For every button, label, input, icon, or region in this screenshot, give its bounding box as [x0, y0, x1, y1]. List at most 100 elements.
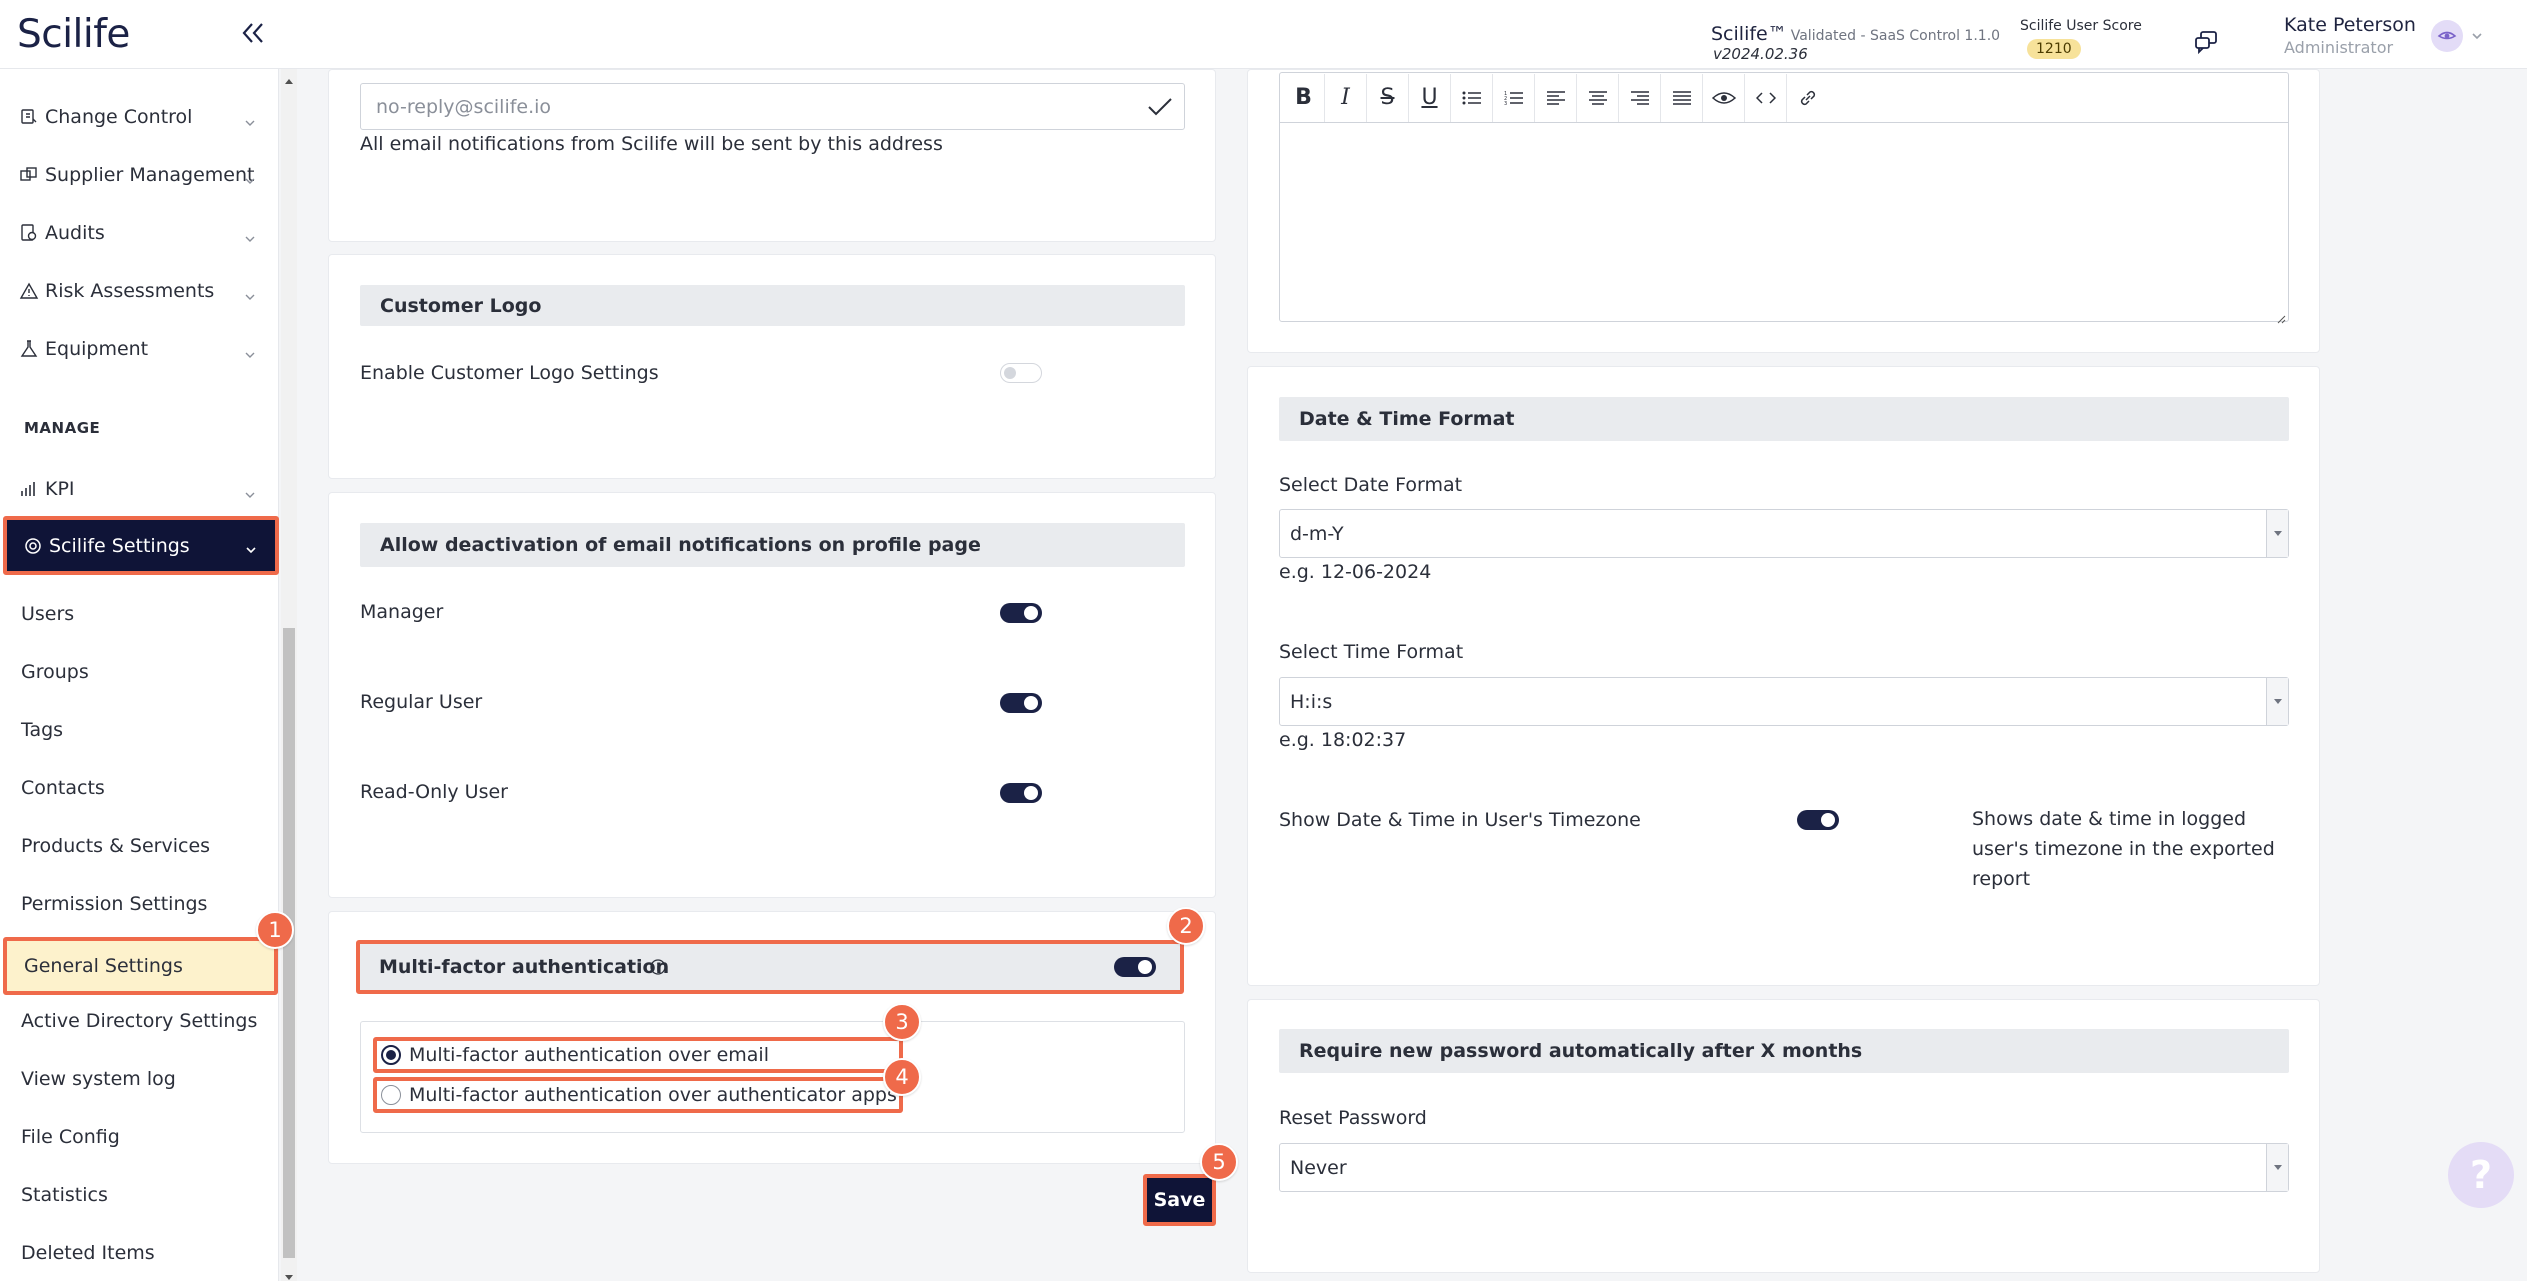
flask-icon — [19, 339, 39, 359]
time-format-value: H:i:s — [1290, 690, 1333, 713]
justify-icon[interactable] — [1661, 73, 1703, 122]
sidebar-subitem-general-settings[interactable]: General Settings — [3, 937, 278, 995]
manager-toggle[interactable] — [1000, 603, 1042, 623]
step-badge-5: 5 — [1200, 1143, 1238, 1181]
reset-password-select[interactable]: Never — [1279, 1143, 2289, 1192]
sidebar-item-audits[interactable]: Audits — [0, 210, 279, 256]
chevron-down-icon — [244, 228, 256, 242]
collapse-sidebar-icon[interactable] — [238, 18, 268, 48]
sidebar-subitem-system-log[interactable]: View system log — [21, 1068, 176, 1090]
user-score-label: Scilife User Score — [2020, 18, 2142, 34]
sidebar-subitem-users[interactable]: Users — [21, 603, 74, 625]
align-right-icon[interactable] — [1619, 73, 1661, 122]
date-format-example: e.g. 12-06-2024 — [1279, 561, 1432, 583]
customer-logo-header: Customer Logo — [360, 285, 1185, 326]
align-left-icon[interactable] — [1535, 73, 1577, 122]
sidebar-subitem-contacts[interactable]: Contacts — [21, 777, 105, 799]
sidebar-item-equipment[interactable]: Equipment — [0, 326, 279, 372]
underline-icon[interactable]: U — [1409, 73, 1451, 122]
audits-icon — [19, 223, 39, 243]
sidebar-subitem-tags[interactable]: Tags — [21, 719, 63, 741]
timezone-label: Show Date & Time in User's Timezone — [1279, 809, 1641, 831]
chevron-down-icon — [244, 286, 256, 300]
sidebar-subitem-groups[interactable]: Groups — [21, 661, 89, 683]
sidebar-item-supplier-management[interactable]: Supplier Management — [0, 152, 279, 198]
chevron-down-icon[interactable] — [2470, 28, 2484, 42]
sidebar-subitem-statistics[interactable]: Statistics — [21, 1184, 108, 1206]
align-center-icon[interactable] — [1577, 73, 1619, 122]
sidebar-section-manage: MANAGE — [24, 419, 101, 437]
time-format-select[interactable]: H:i:s — [1279, 677, 2289, 726]
scroll-down-icon[interactable] — [284, 1267, 294, 1280]
mfa-toggle[interactable] — [1114, 957, 1156, 977]
sidebar-item-label: Supplier Management — [45, 164, 255, 186]
time-format-label: Select Time Format — [1279, 641, 1464, 663]
rich-text-editor[interactable]: B I S U 123 — [1279, 72, 2289, 324]
step-badge-2: 2 — [1167, 907, 1205, 945]
code-icon[interactable] — [1745, 73, 1787, 122]
sidebar-subitem-active-directory[interactable]: Active Directory Settings — [21, 1010, 257, 1032]
chevron-down-icon — [244, 344, 256, 358]
timezone-toggle[interactable] — [1797, 810, 1839, 830]
sidebar-subitem-products-services[interactable]: Products & Services — [21, 835, 210, 857]
scilife-logo[interactable]: Scilife — [17, 12, 130, 57]
timezone-hint-line-2: user's timezone in the exported — [1972, 838, 2275, 860]
info-icon[interactable] — [649, 958, 667, 976]
sender-email-field[interactable]: no-reply@scilife.io — [360, 83, 1185, 130]
svg-text:3: 3 — [1504, 101, 1507, 106]
supplier-icon — [19, 165, 39, 185]
dropdown-arrow-icon[interactable] — [2266, 678, 2288, 725]
regular-user-label: Regular User — [360, 691, 483, 713]
brand-validated: Validated - SaaS Control 1.1.0 — [1790, 28, 2001, 44]
date-format-select[interactable]: d-m-Y — [1279, 509, 2289, 558]
sidebar-item-kpi[interactable]: KPI — [0, 466, 279, 512]
resize-grip-icon[interactable] — [2276, 309, 2286, 324]
preview-eye-icon[interactable] — [1703, 73, 1745, 122]
save-button[interactable]: Save — [1143, 1174, 1216, 1226]
radio-apps[interactable] — [381, 1085, 401, 1105]
step-badge-1: 1 — [256, 911, 294, 949]
sidebar-item-risk-assessments[interactable]: Risk Assessments — [0, 268, 279, 314]
regular-user-toggle[interactable] — [1000, 693, 1042, 713]
bold-icon[interactable]: B — [1283, 73, 1325, 122]
mfa-apps-label: Multi-factor authentication over authent… — [409, 1084, 897, 1106]
sidebar-subitem-permission-settings[interactable]: Permission Settings — [21, 893, 207, 915]
mfa-title: Multi-factor authentication — [379, 956, 670, 978]
step-badge-3: 3 — [883, 1003, 921, 1041]
mfa-apps-option[interactable]: Multi-factor authentication over authent… — [373, 1077, 903, 1113]
warning-icon — [19, 281, 39, 301]
help-question-icon[interactable]: ? — [2448, 1142, 2514, 1208]
dropdown-arrow-icon[interactable] — [2266, 510, 2288, 557]
timezone-hint-line-1: Shows date & time in logged — [1972, 808, 2247, 830]
sidebar-item-label: General Settings — [24, 955, 183, 977]
editor-toolbar: B I S U 123 — [1280, 73, 2288, 123]
numbered-list-icon[interactable]: 123 — [1493, 73, 1535, 122]
bullet-list-icon[interactable] — [1451, 73, 1493, 122]
link-icon[interactable] — [1787, 74, 1829, 122]
sidebar-item-change-control[interactable]: Change Control — [0, 94, 279, 140]
sidebar-item-scilife-settings[interactable]: Scilife Settings — [3, 516, 279, 575]
sidebar-subitem-file-config[interactable]: File Config — [21, 1126, 120, 1148]
sidebar-subitem-deleted-items[interactable]: Deleted Items — [21, 1242, 155, 1264]
chat-icon[interactable] — [2193, 29, 2219, 55]
mfa-email-option[interactable]: Multi-factor authentication over email — [373, 1037, 903, 1073]
scroll-up-icon[interactable] — [284, 72, 294, 84]
avatar[interactable] — [2431, 20, 2463, 52]
user-name[interactable]: Kate Peterson — [2284, 14, 2416, 36]
customer-logo-toggle[interactable] — [1000, 363, 1042, 383]
dropdown-arrow-icon[interactable] — [2266, 1144, 2288, 1191]
top-header: Scilife Scilife™ Validated - SaaS Control… — [0, 0, 2527, 69]
read-only-user-label: Read-Only User — [360, 781, 508, 803]
radio-email[interactable] — [381, 1045, 401, 1065]
strikethrough-icon[interactable]: S — [1367, 73, 1409, 122]
time-format-example: e.g. 18:02:37 — [1279, 729, 1407, 751]
read-only-user-toggle[interactable] — [1000, 783, 1042, 803]
sidebar-item-label: Change Control — [45, 106, 193, 128]
sidebar-item-label: Audits — [45, 222, 105, 244]
date-time-header: Date & Time Format — [1279, 397, 2289, 441]
italic-icon[interactable]: I — [1325, 73, 1367, 122]
step-badge-4: 4 — [883, 1058, 921, 1096]
user-score-badge: 1210 — [2027, 39, 2081, 59]
enable-logo-label: Enable Customer Logo Settings — [360, 362, 659, 384]
chevron-down-icon — [245, 539, 257, 554]
